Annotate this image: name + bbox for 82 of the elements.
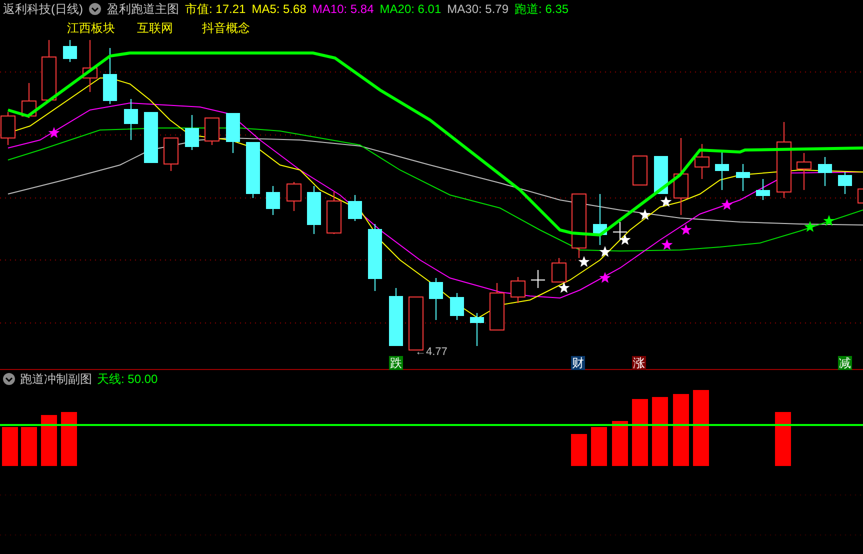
- histogram-bar: [61, 412, 77, 466]
- star-icon: [804, 221, 816, 232]
- star-icon: [599, 272, 611, 283]
- candlestick: [144, 112, 158, 164]
- candlestick: [572, 194, 586, 258]
- star-icon: [639, 209, 651, 220]
- histogram-bar: [652, 397, 668, 466]
- concept-tag[interactable]: 江西板块: [67, 22, 115, 34]
- candlestick: [450, 292, 464, 320]
- histogram-bar: [571, 434, 587, 466]
- candlestick: [82, 40, 98, 92]
- concept-tag[interactable]: 互联网: [137, 22, 173, 34]
- indicator-name: 盈利跑道主图: [107, 3, 179, 15]
- sub-indicator-reading: 天线: 50.00: [97, 372, 158, 384]
- candlestick: [429, 278, 443, 320]
- candlestick: [103, 48, 117, 104]
- histogram-bar: [2, 427, 18, 466]
- candlestick: [307, 186, 321, 234]
- candlestick: [368, 224, 382, 292]
- indicator-reading: MA5: 5.68: [252, 3, 306, 15]
- candlestick: [593, 194, 607, 246]
- candlestick: [42, 40, 56, 102]
- candlestick: [818, 156, 832, 186]
- star-icon: [599, 246, 611, 257]
- star-icon: [823, 215, 835, 226]
- candlestick: [510, 276, 526, 304]
- star-icon: [48, 127, 60, 138]
- candlestick: [654, 156, 668, 194]
- star-icon: [660, 196, 672, 207]
- star-icon: [619, 234, 631, 245]
- dropdown-icon[interactable]: [89, 3, 101, 15]
- candlestick: [530, 270, 546, 288]
- histogram-bar: [612, 421, 628, 466]
- star-icon: [578, 256, 590, 267]
- stock-title: 返利科技(日线): [3, 3, 83, 15]
- candlestick: [204, 118, 220, 146]
- candlestick: [22, 82, 36, 118]
- indicator-reading: MA10: 5.84: [312, 3, 374, 15]
- dropdown-icon[interactable]: [3, 372, 15, 384]
- candlestick: [490, 282, 504, 330]
- candlestick: [612, 222, 628, 240]
- star-icon: [661, 239, 673, 250]
- star-icon: [558, 282, 570, 293]
- candlestick: [715, 150, 729, 190]
- candlestick: [736, 164, 750, 192]
- candlestick: [246, 142, 260, 198]
- star-icon: [680, 224, 692, 235]
- signal-marker: 减: [838, 356, 852, 370]
- candlestick: [632, 156, 648, 186]
- candlestick: [226, 112, 240, 154]
- low-price-label: ←4.77: [415, 347, 448, 358]
- candlestick: [164, 138, 178, 172]
- histogram-bar: [41, 415, 57, 466]
- candlestick: [389, 288, 403, 346]
- indicator-reading: 市值: 17.21: [185, 3, 246, 15]
- histogram-bar: [632, 399, 648, 466]
- sub-indicator-name: 跑道冲制副图: [20, 372, 92, 384]
- concept-tag[interactable]: 抖音概念: [202, 22, 250, 34]
- histogram-bar: [591, 427, 607, 466]
- histogram-bar: [673, 394, 689, 466]
- candlestick: [185, 114, 199, 150]
- candlestick: [286, 182, 302, 212]
- signal-marker: 财: [571, 356, 585, 370]
- indicator-reading: MA30: 5.79: [447, 3, 509, 15]
- candlestick: [124, 98, 138, 140]
- indicator-reading: 跑道: 6.35: [514, 3, 569, 15]
- candlestick: [326, 192, 342, 234]
- signal-marker: 跌: [389, 356, 403, 370]
- candlestick: [63, 40, 77, 62]
- candlestick: [470, 312, 484, 346]
- indicator-reading: MA20: 6.01: [380, 3, 442, 15]
- candlestick: [348, 194, 362, 222]
- candlestick: [266, 186, 280, 216]
- star-icon: [721, 199, 733, 210]
- candlestick: [756, 178, 770, 200]
- histogram-bar: [21, 427, 37, 466]
- candlestick: [796, 152, 812, 190]
- candlestick: [552, 258, 566, 282]
- histogram-bar: [775, 412, 791, 466]
- candlestick: [838, 172, 852, 194]
- candlestick: [694, 144, 710, 180]
- signal-marker: 涨: [632, 356, 646, 370]
